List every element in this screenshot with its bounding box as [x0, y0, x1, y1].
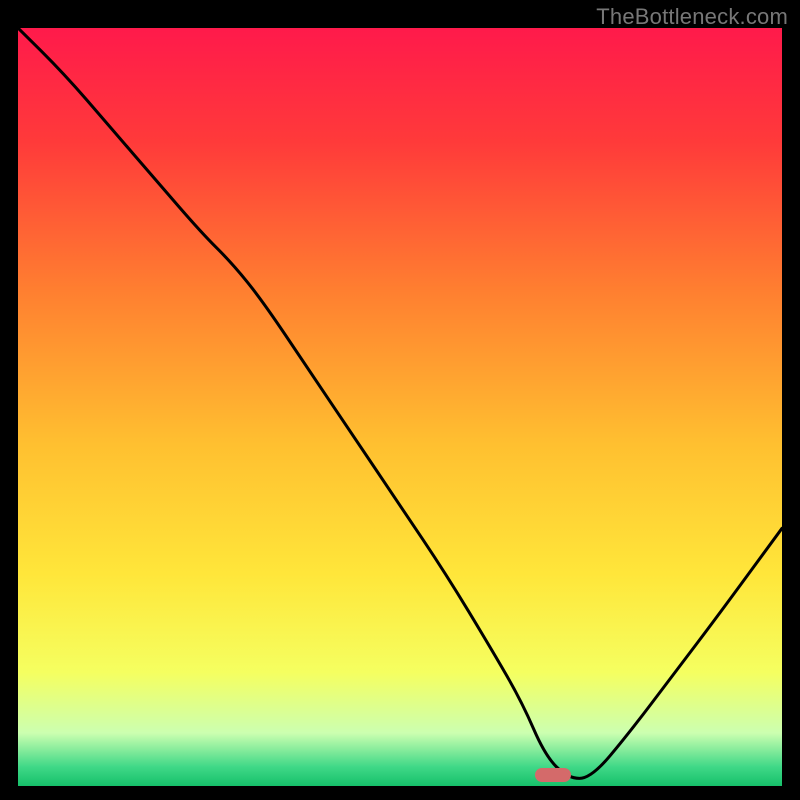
- chart-frame: TheBottleneck.com: [0, 0, 800, 800]
- chart-svg: [18, 28, 782, 786]
- bottleneck-marker: [535, 768, 571, 782]
- plot-area: [18, 28, 782, 786]
- watermark-text: TheBottleneck.com: [596, 4, 788, 30]
- heat-gradient-background: [18, 28, 782, 786]
